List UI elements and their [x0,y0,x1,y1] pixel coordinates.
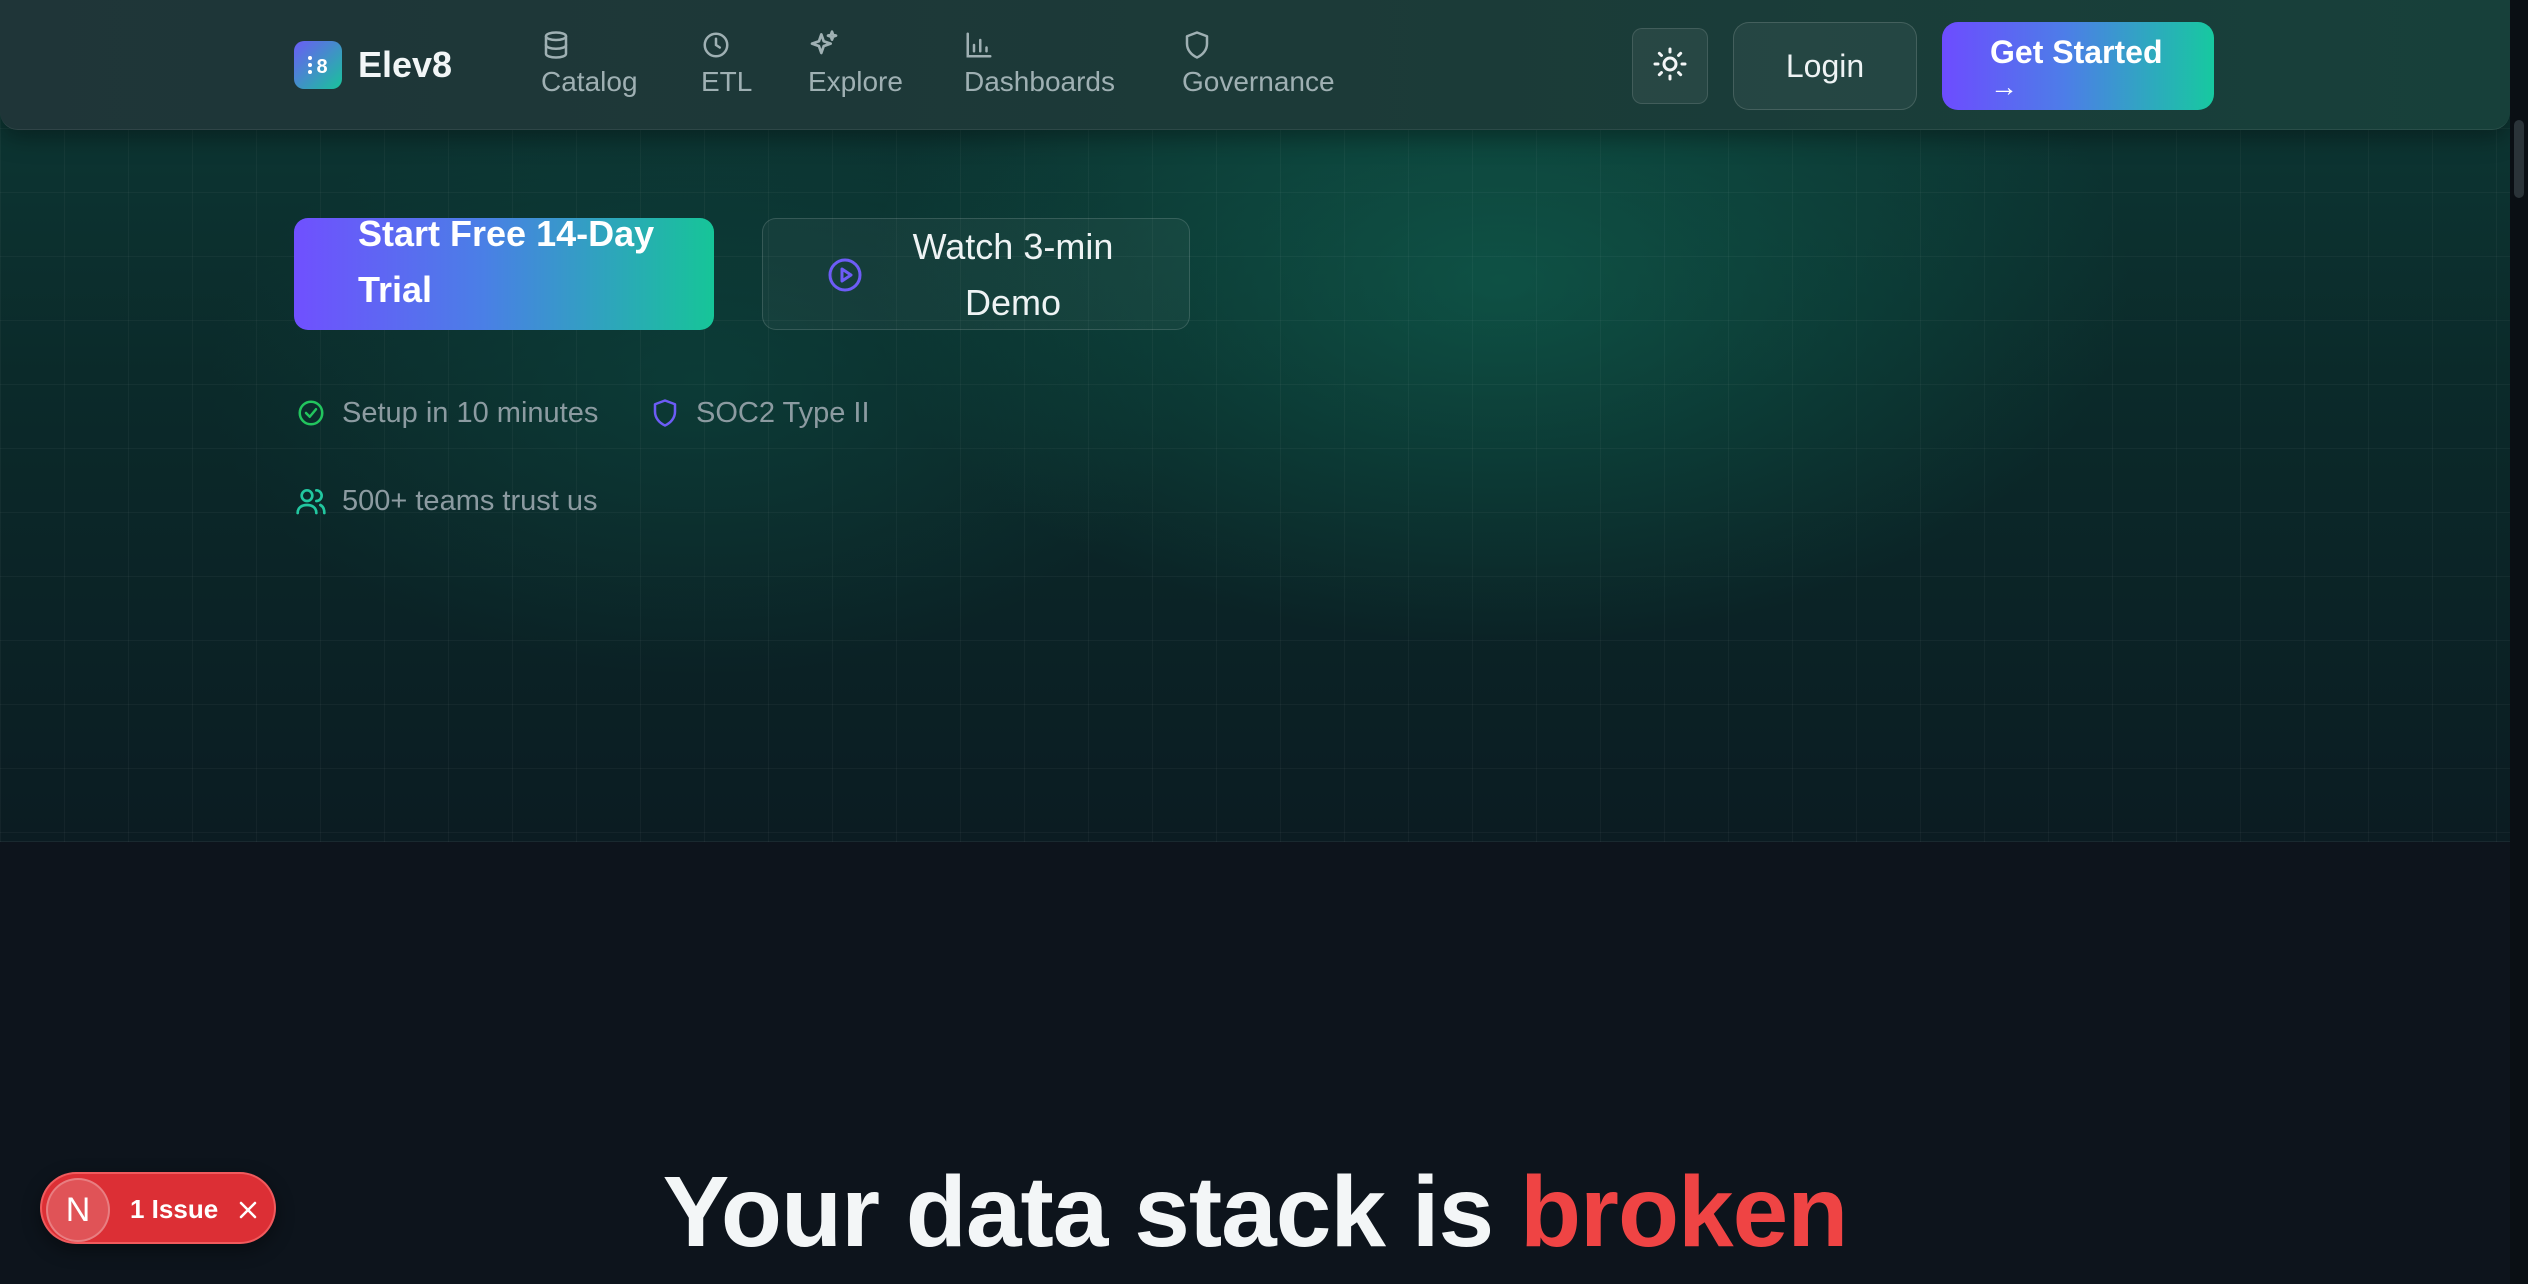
nav-label: Governance [1182,66,1335,97]
brand-name: Elev8 [358,44,453,85]
get-started-button[interactable]: Get Started → [1942,22,2214,110]
check-circle-icon [294,396,328,430]
trust-item-teams: 500+ teams trust us [294,484,598,518]
shield-icon [648,396,682,430]
shield-icon [1182,28,1212,62]
play-circle-icon [827,257,863,302]
login-button[interactable]: Login [1733,22,1917,110]
database-icon [541,28,571,62]
section-divider [0,841,2510,842]
nav-label: Explore [808,66,903,97]
elev8-logo-icon: 8 [294,41,342,89]
trust-text: SOC2 Type II [696,396,870,429]
watch-demo-button[interactable]: Watch 3-min Demo [762,218,1190,330]
trust-text: 500+ teams trust us [342,484,598,517]
clock-icon [701,28,731,62]
scrollbar-thumb[interactable] [2514,120,2524,198]
start-trial-button[interactable]: Start Free 14-Day Trial → [294,218,714,330]
nav-item-etl[interactable]: ETL [701,28,752,98]
nav-label: ETL [701,66,753,97]
brand-logo[interactable]: 8 Elev8 [294,41,452,89]
start-trial-label: Start Free 14-Day Trial [358,218,655,310]
nav-label: Dashboards [964,66,1115,97]
theme-toggle-button[interactable] [1632,28,1708,104]
dev-issues-badge[interactable]: N 1 Issue [40,1172,276,1244]
nav-item-explore[interactable]: Explore [808,28,903,98]
top-navbar: 8 Elev8 Catalog ETL Explore Dashboards G… [0,0,2510,130]
sparkles-icon [808,28,840,62]
headline-prefix: Your data stack is [662,1156,1520,1268]
arrow-right-icon: → [1990,71,2018,102]
trust-text: Setup in 10 minutes [342,396,599,429]
page-scrollbar[interactable] [2510,0,2528,1284]
trust-item-soc2: SOC2 Type II [648,396,870,430]
arrow-right-icon: → [358,318,658,331]
watch-demo-label: Watch 3-min Demo [912,226,1114,323]
issue-count: 1 Issue [130,1194,219,1224]
nav-item-governance[interactable]: Governance [1182,28,1335,98]
svg-text:8: 8 [316,56,327,78]
nextjs-logo-icon: N [46,1178,110,1242]
nav-label: Catalog [541,66,638,97]
headline-accent: broken [1519,1156,1848,1268]
nav-item-dashboards[interactable]: Dashboards [964,28,1115,98]
close-icon[interactable] [230,1192,266,1228]
nav-item-catalog[interactable]: Catalog [541,28,638,98]
users-icon [294,484,328,518]
sun-icon [1652,46,1688,87]
get-started-label: Get Started [1990,34,2163,70]
trust-item-setup: Setup in 10 minutes [294,396,598,430]
section-headline: Your data stack is broken [0,1152,2510,1272]
page: 8 Elev8 Catalog ETL Explore Dashboards G… [0,0,2528,1284]
bar-chart-icon [964,28,994,62]
